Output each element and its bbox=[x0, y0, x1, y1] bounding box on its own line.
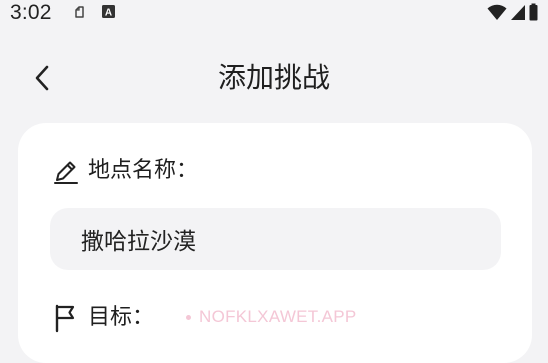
target-label: 目标： bbox=[88, 305, 155, 330]
location-input[interactable] bbox=[50, 208, 501, 270]
status-icons bbox=[487, 3, 538, 25]
wifi-icon bbox=[487, 3, 507, 25]
watermark-text: NOFKLXAWET.APP bbox=[199, 307, 357, 326]
watermark: NOFKLXAWET.APP bbox=[186, 307, 357, 327]
watermark-dot bbox=[186, 315, 191, 321]
app-header: 添加挑战 bbox=[0, 48, 548, 108]
location-label: 地点名称： bbox=[88, 158, 199, 183]
flag-icon bbox=[52, 304, 80, 333]
cellular-icon bbox=[510, 3, 526, 25]
page-title: 添加挑战 bbox=[217, 61, 330, 94]
location-label-row: 地点名称： bbox=[52, 156, 198, 186]
notification-icon bbox=[72, 4, 88, 24]
pencil-icon bbox=[52, 157, 80, 185]
status-time: 3:02 bbox=[10, 1, 52, 24]
target-label-row: 目标： bbox=[52, 303, 154, 333]
form-card: 地点名称： 目标： NOFKLXAWET.APP bbox=[18, 123, 532, 363]
battery-icon bbox=[529, 3, 538, 25]
keyboard-a-icon: A bbox=[101, 4, 116, 23]
status-bar: 3:02 A bbox=[0, 0, 548, 26]
svg-text:A: A bbox=[105, 8, 112, 19]
